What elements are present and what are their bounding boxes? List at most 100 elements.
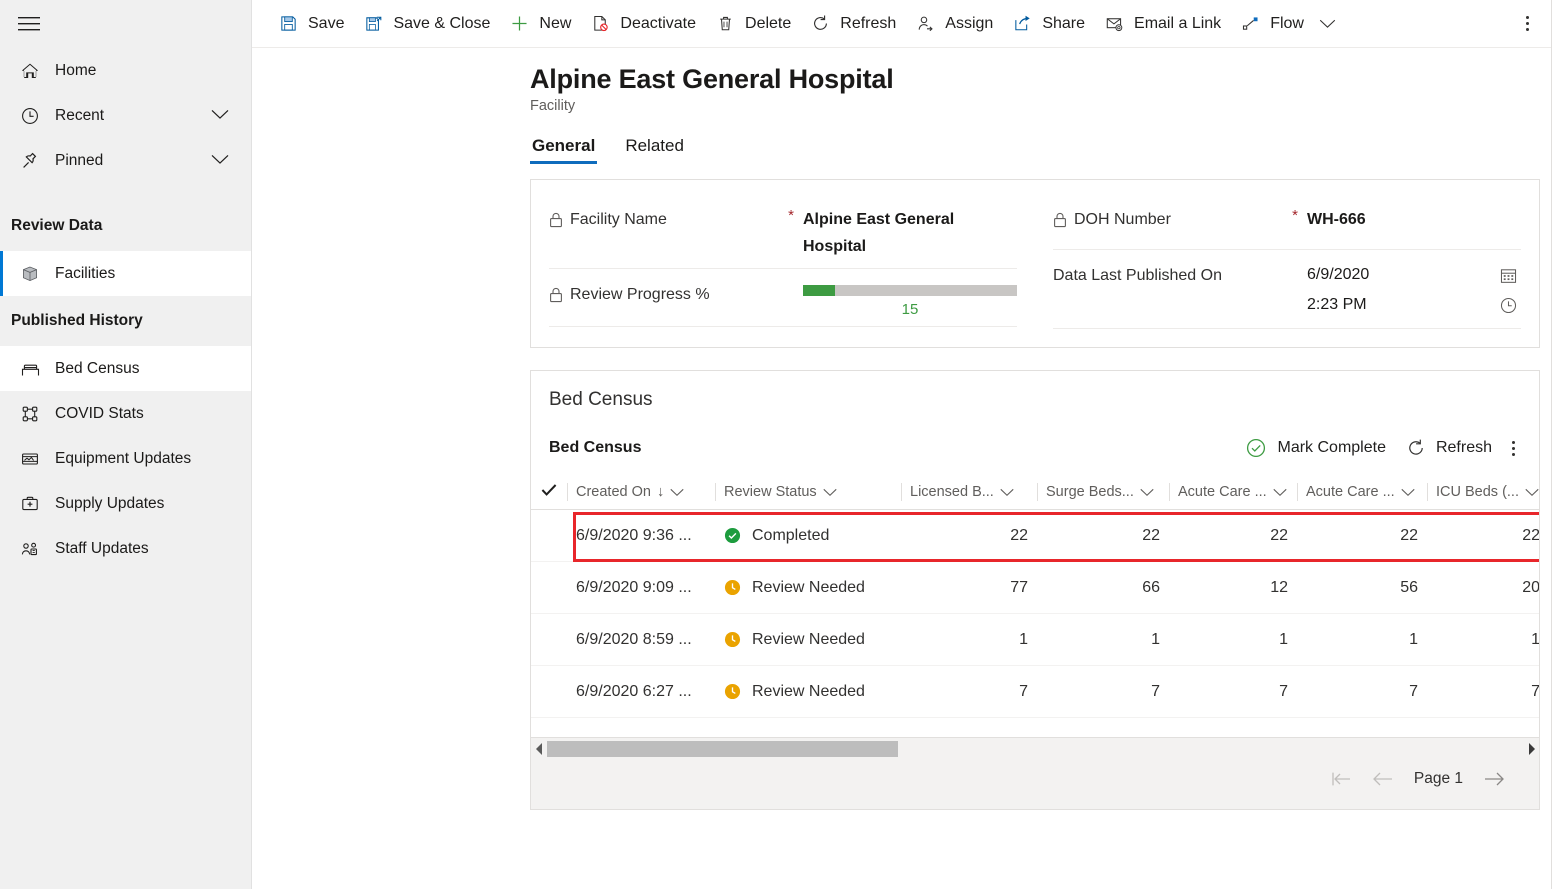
command-bar-overflow-button[interactable] — [1510, 4, 1544, 44]
sidebar-item-staff-updates[interactable]: Staff Updates — [0, 526, 251, 571]
next-page-button[interactable] — [1473, 763, 1515, 795]
sidebar-item-pinned[interactable]: Pinned — [0, 138, 251, 183]
cell-icu-beds-1: 22 — [1427, 510, 1540, 562]
table-row[interactable]: 6/9/2020 9:36 ... Completed 22 22 22 — [531, 510, 1540, 562]
doh-number-label-group: DOH Number — [1053, 204, 1283, 237]
row-select-cell[interactable] — [531, 666, 567, 718]
flow-label: Flow — [1270, 15, 1304, 33]
column-header-icu-beds-1[interactable]: ICU Beds (... — [1427, 475, 1540, 510]
column-header-acute-care-1[interactable]: Acute Care ... — [1169, 475, 1297, 510]
deactivate-button[interactable]: Deactivate — [580, 4, 705, 44]
horizontal-scrollbar[interactable] — [531, 738, 1539, 760]
chevron-down-icon[interactable] — [1525, 488, 1539, 497]
review-progress-label-group: Review Progress % — [549, 279, 779, 312]
chevron-down-icon[interactable] — [1401, 488, 1415, 497]
email-a-link-button[interactable]: Email a Link — [1094, 4, 1230, 44]
cell-review-status: Completed — [715, 510, 901, 562]
cell-licensed-beds: 77 — [901, 562, 1037, 614]
row-select-cell[interactable] — [531, 614, 567, 666]
row-select-cell[interactable] — [531, 510, 567, 562]
pagination: Page 1 — [1320, 763, 1515, 795]
flow-chevron-down-icon[interactable] — [1313, 4, 1343, 44]
scroll-left-arrow-icon[interactable] — [531, 743, 547, 755]
refresh-button[interactable]: Refresh — [800, 4, 905, 44]
cell-icu-beds-1: 20 — [1427, 562, 1540, 614]
cell-acute-care-1: 12 — [1169, 562, 1297, 614]
share-icon — [1011, 14, 1033, 33]
column-header-acute-care-2[interactable]: Acute Care ... — [1297, 475, 1427, 510]
checkmark-icon — [541, 483, 557, 501]
cell-surge-beds: 66 — [1037, 562, 1169, 614]
cell-review-status: Review Needed — [715, 614, 901, 666]
first-page-button[interactable] — [1320, 763, 1362, 795]
chevron-down-icon[interactable] — [211, 152, 229, 170]
refresh-icon — [809, 14, 831, 33]
status-completed-icon — [724, 527, 741, 544]
column-header-review-status[interactable]: Review Status — [715, 475, 901, 510]
assign-button[interactable]: Assign — [905, 4, 1002, 44]
sidebar-item-facilities[interactable]: Facilities — [0, 251, 251, 296]
chevron-down-icon[interactable] — [1273, 488, 1287, 497]
sidebar-group-title-review-data: Review Data — [0, 201, 251, 251]
column-header-surge-beds[interactable]: Surge Beds... — [1037, 475, 1169, 510]
sidebar-item-home[interactable]: Home — [0, 48, 251, 93]
subgrid-overflow-button[interactable] — [1502, 431, 1525, 465]
previous-page-button[interactable] — [1362, 763, 1404, 795]
new-button[interactable]: New — [499, 4, 580, 44]
column-header-licensed-beds[interactable]: Licensed B... — [901, 475, 1037, 510]
table-row[interactable]: 6/9/2020 6:27 ... Review Needed 7 7 7 — [531, 666, 1540, 718]
select-all-header[interactable] — [531, 475, 567, 510]
form-column-right: DOH Number * WH-666 Data Last Published … — [1035, 194, 1539, 329]
cell-acute-care-2: 7 — [1297, 666, 1427, 718]
share-button[interactable]: Share — [1002, 4, 1094, 44]
delete-button[interactable]: Delete — [705, 4, 800, 44]
cell-review-status: Review Needed — [715, 562, 901, 614]
review-progress-label: Review Progress % — [570, 281, 710, 308]
table-row[interactable]: 6/9/2020 8:59 ... Review Needed 1 1 1 — [531, 614, 1540, 666]
cell-licensed-beds: 22 — [901, 510, 1037, 562]
mark-complete-button[interactable]: Mark Complete — [1235, 431, 1395, 465]
chevron-down-icon[interactable] — [1140, 488, 1154, 497]
data-last-published-time[interactable]: 2:23 PM — [1307, 296, 1495, 314]
scrollbar-track[interactable] — [547, 741, 1523, 757]
save-and-close-button[interactable]: Save & Close — [353, 4, 499, 44]
menu-toggle-button[interactable] — [0, 0, 251, 48]
save-button[interactable]: Save — [268, 4, 353, 44]
review-progress-control[interactable]: 15 — [803, 279, 1017, 318]
bed-census-table: Created On ↓ Review Status — [531, 475, 1540, 718]
chevron-down-icon[interactable] — [1000, 488, 1014, 497]
cell-created-on: 6/9/2020 6:27 ... — [567, 666, 715, 718]
delete-label: Delete — [745, 15, 791, 33]
chevron-down-icon[interactable] — [670, 488, 684, 497]
chevron-down-icon[interactable] — [823, 488, 837, 497]
bed-icon — [14, 359, 46, 379]
facility-name-value[interactable]: Alpine East General Hospital — [803, 204, 1017, 260]
sidebar-item-recent[interactable]: Recent — [0, 93, 251, 138]
sidebar-item-covid-stats[interactable]: COVID Stats — [0, 391, 251, 436]
clock-icon[interactable] — [1495, 296, 1521, 315]
sidebar-item-equipment-updates[interactable]: Equipment Updates — [0, 436, 251, 481]
time-row: 2:23 PM — [1307, 290, 1521, 320]
trash-icon — [714, 14, 736, 33]
table-row[interactable]: 6/9/2020 9:09 ... Review Needed 77 66 1 — [531, 562, 1540, 614]
chevron-down-icon[interactable] — [211, 107, 229, 125]
row-select-cell[interactable] — [531, 562, 567, 614]
sidebar-item-supply-updates[interactable]: Supply Updates — [0, 481, 251, 526]
doh-number-value[interactable]: WH-666 — [1307, 204, 1521, 233]
flow-button[interactable]: Flow — [1230, 4, 1313, 44]
save-close-icon — [362, 14, 384, 33]
sidebar-group-title-published-history: Published History — [0, 296, 251, 346]
email-a-link-label: Email a Link — [1134, 15, 1221, 33]
scroll-right-arrow-icon[interactable] — [1523, 743, 1539, 755]
cell-acute-care-1: 7 — [1169, 666, 1297, 718]
calendar-icon[interactable] — [1495, 266, 1521, 285]
scrollbar-thumb[interactable] — [547, 741, 898, 757]
column-header-created-on[interactable]: Created On ↓ — [567, 475, 715, 510]
facility-name-label: Facility Name — [570, 206, 667, 233]
tab-related[interactable]: Related — [623, 136, 686, 164]
sidebar-item-bed-census[interactable]: Bed Census — [0, 346, 251, 391]
record-entity-type: Facility — [530, 98, 1552, 114]
tab-general[interactable]: General — [530, 136, 597, 164]
data-last-published-date[interactable]: 6/9/2020 — [1307, 266, 1495, 284]
grid-refresh-button[interactable]: Refresh — [1396, 431, 1502, 465]
